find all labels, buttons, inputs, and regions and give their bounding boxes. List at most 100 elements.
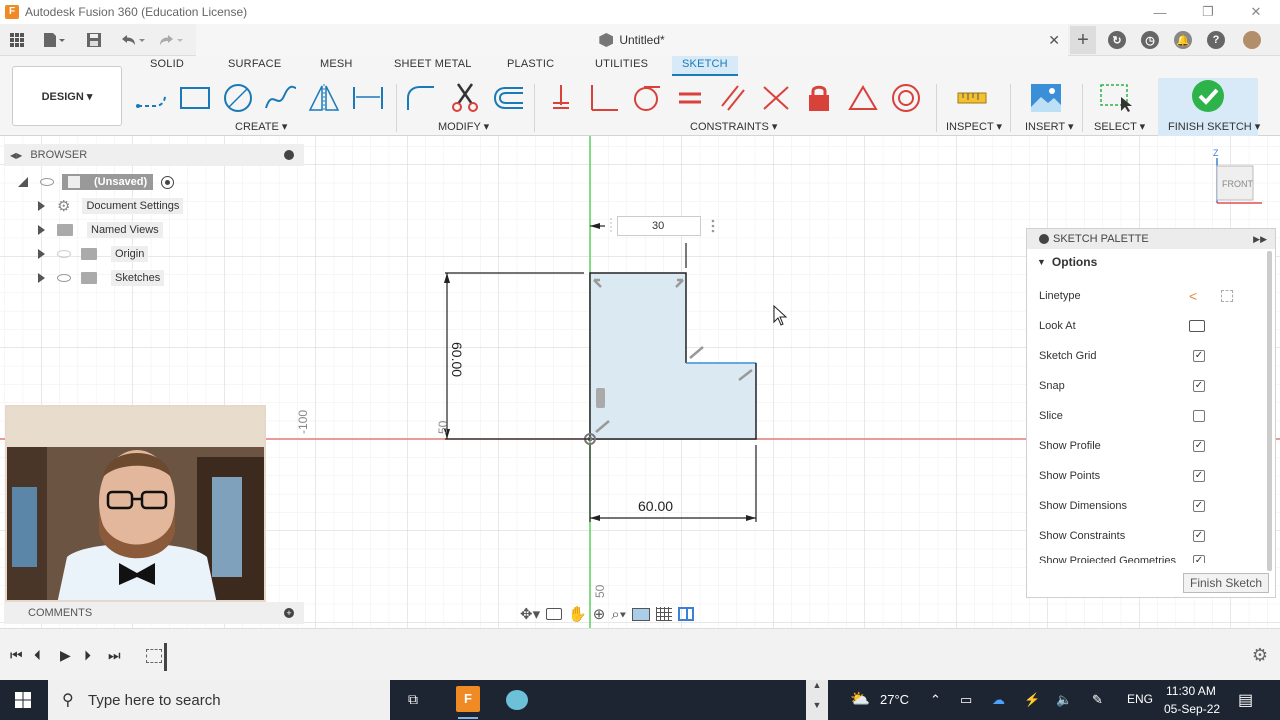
- trim-icon[interactable]: [447, 82, 483, 114]
- redo-icon[interactable]: [156, 30, 186, 50]
- save-icon[interactable]: [84, 30, 104, 50]
- hidden-eye-icon[interactable]: [57, 250, 71, 258]
- weather-icon[interactable]: ⛅: [850, 689, 870, 709]
- viewports-icon[interactable]: [678, 607, 695, 621]
- tray-chevron-icon[interactable]: ⌃: [930, 692, 941, 708]
- perpendicular-constraint-icon[interactable]: [586, 82, 622, 114]
- select-window-icon[interactable]: [1098, 82, 1134, 114]
- comments-panel[interactable]: COMMENTS +: [4, 602, 304, 624]
- action-center-icon[interactable]: ▤: [1238, 690, 1253, 710]
- expand-icon[interactable]: [38, 273, 45, 283]
- tab-sheet-metal[interactable]: SHEET METAL: [394, 58, 472, 76]
- timeline-marker[interactable]: [164, 643, 167, 671]
- palette-scrollbar[interactable]: [1267, 251, 1272, 571]
- timeline-settings-gear-icon[interactable]: ⚙: [1252, 645, 1268, 666]
- paint-app-icon[interactable]: [506, 690, 528, 710]
- palette-expand-icon[interactable]: ▶▶: [1253, 234, 1267, 245]
- equal-constraint-icon[interactable]: [672, 82, 708, 114]
- fusion-taskbar-icon[interactable]: F: [456, 686, 480, 712]
- apps-grid-icon[interactable]: [8, 30, 26, 50]
- browser-root[interactable]: (Unsaved): [18, 172, 175, 192]
- concentric-constraint-icon[interactable]: [888, 82, 924, 114]
- centerline-linetype-icon[interactable]: [1221, 290, 1233, 302]
- grid-settings-icon[interactable]: [656, 607, 673, 621]
- expand-icon[interactable]: [38, 225, 45, 235]
- task-view-icon[interactable]: ⧉: [408, 691, 418, 708]
- play-icon[interactable]: ▶: [60, 647, 71, 664]
- triangle-constraint-icon[interactable]: [845, 82, 881, 114]
- show-points-checkbox[interactable]: ✓: [1193, 470, 1205, 482]
- workspace-dropdown[interactable]: DESIGN ▾: [12, 66, 122, 126]
- finish-sketch-button[interactable]: Finish Sketch: [1183, 573, 1269, 593]
- look-at-icon[interactable]: [1189, 320, 1205, 332]
- finish-sketch-check-icon[interactable]: [1190, 80, 1226, 112]
- palette-minimize-icon[interactable]: [1039, 234, 1049, 244]
- orbit-icon[interactable]: ✥▾: [520, 605, 540, 623]
- add-comment-icon[interactable]: +: [284, 608, 294, 618]
- spline-icon[interactable]: [263, 82, 299, 114]
- line-icon[interactable]: [134, 82, 170, 114]
- create-menu[interactable]: CREATE ▾: [235, 120, 287, 133]
- expand-icon[interactable]: [38, 201, 45, 211]
- horizontal-vertical-constraint-icon[interactable]: [543, 82, 579, 114]
- close-tab-icon[interactable]: ✕: [1048, 32, 1060, 49]
- user-avatar[interactable]: [1243, 31, 1261, 49]
- fix-lock-icon[interactable]: [801, 82, 837, 114]
- step-forward-icon[interactable]: ⏵: [84, 647, 91, 664]
- collinear-constraint-icon[interactable]: [758, 82, 794, 114]
- constraints-menu[interactable]: CONSTRAINTS ▾: [690, 120, 777, 133]
- insert-image-icon[interactable]: [1028, 82, 1064, 114]
- tab-utilities[interactable]: UTILITIES: [595, 58, 648, 76]
- new-tab-button[interactable]: +: [1070, 26, 1096, 54]
- display-settings-icon[interactable]: [632, 607, 651, 621]
- options-section[interactable]: ▼ Options: [1027, 249, 1275, 275]
- tab-surface[interactable]: SURFACE: [228, 58, 281, 76]
- taskbar-scroll[interactable]: ▲ ▼: [806, 680, 828, 720]
- go-to-start-icon[interactable]: ⏮: [10, 647, 23, 664]
- inspect-menu[interactable]: INSPECT ▾: [946, 120, 1002, 133]
- dimension-horizontal-value[interactable]: 60.00: [638, 498, 673, 514]
- construction-linetype-icon[interactable]: <: [1189, 288, 1197, 304]
- dimension-input[interactable]: [617, 216, 701, 236]
- zoom-icon[interactable]: ⊕: [593, 605, 606, 623]
- measure-icon[interactable]: [954, 82, 990, 114]
- visibility-eye-icon[interactable]: [57, 274, 71, 282]
- insert-menu[interactable]: INSERT ▾: [1025, 120, 1074, 133]
- show-profile-checkbox[interactable]: ✓: [1193, 440, 1205, 452]
- weather-temp[interactable]: 27°C: [880, 692, 909, 707]
- palette-header[interactable]: SKETCH PALETTE ▶▶: [1027, 229, 1275, 249]
- clock-date[interactable]: 05-Sep-22: [1164, 702, 1220, 716]
- dimension-vertical-value[interactable]: 60.00: [449, 342, 465, 377]
- zoom-window-icon[interactable]: ⌕▾: [611, 606, 626, 623]
- snap-checkbox[interactable]: ✓: [1193, 380, 1205, 392]
- circle-icon[interactable]: [220, 82, 256, 114]
- visibility-eye-icon[interactable]: [40, 178, 54, 186]
- go-to-end-icon[interactable]: ⏭: [108, 647, 121, 664]
- minimize-panel-icon[interactable]: [284, 150, 294, 160]
- browser-header[interactable]: ◀▶ BROWSER: [4, 144, 304, 166]
- pan-hand-icon[interactable]: ✋: [568, 605, 587, 623]
- activate-radio-icon[interactable]: [161, 175, 175, 189]
- browser-item-named-views[interactable]: Named Views: [38, 220, 163, 240]
- pen-icon[interactable]: ✎: [1092, 692, 1103, 708]
- collapse-icon[interactable]: ◀▶: [10, 151, 22, 160]
- tangent-constraint-icon[interactable]: [628, 82, 664, 114]
- dimension-grip-icon[interactable]: [711, 219, 715, 233]
- document-tab[interactable]: Untitled* ✕: [196, 24, 1068, 56]
- windows-start-icon[interactable]: [15, 692, 31, 711]
- fillet-icon[interactable]: [402, 82, 438, 114]
- tab-solid[interactable]: SOLID: [150, 58, 184, 76]
- browser-item-sketches[interactable]: Sketches: [38, 268, 165, 288]
- show-constraints-checkbox[interactable]: ✓: [1193, 530, 1205, 542]
- rectangle-icon[interactable]: [177, 82, 213, 114]
- mirror-icon[interactable]: [306, 82, 342, 114]
- network-icon[interactable]: ⚡: [1024, 692, 1040, 708]
- dimension-icon[interactable]: [350, 82, 386, 114]
- timeline-sketch-feature-icon[interactable]: [146, 649, 162, 663]
- file-icon[interactable]: [40, 30, 68, 50]
- tab-plastic[interactable]: PLASTIC: [507, 58, 554, 76]
- sync-icon[interactable]: ↻: [1108, 31, 1126, 49]
- expand-triangle-icon[interactable]: [18, 177, 28, 187]
- sketch-grid-checkbox[interactable]: ✓: [1193, 350, 1205, 362]
- parallel-constraint-icon[interactable]: [715, 82, 751, 114]
